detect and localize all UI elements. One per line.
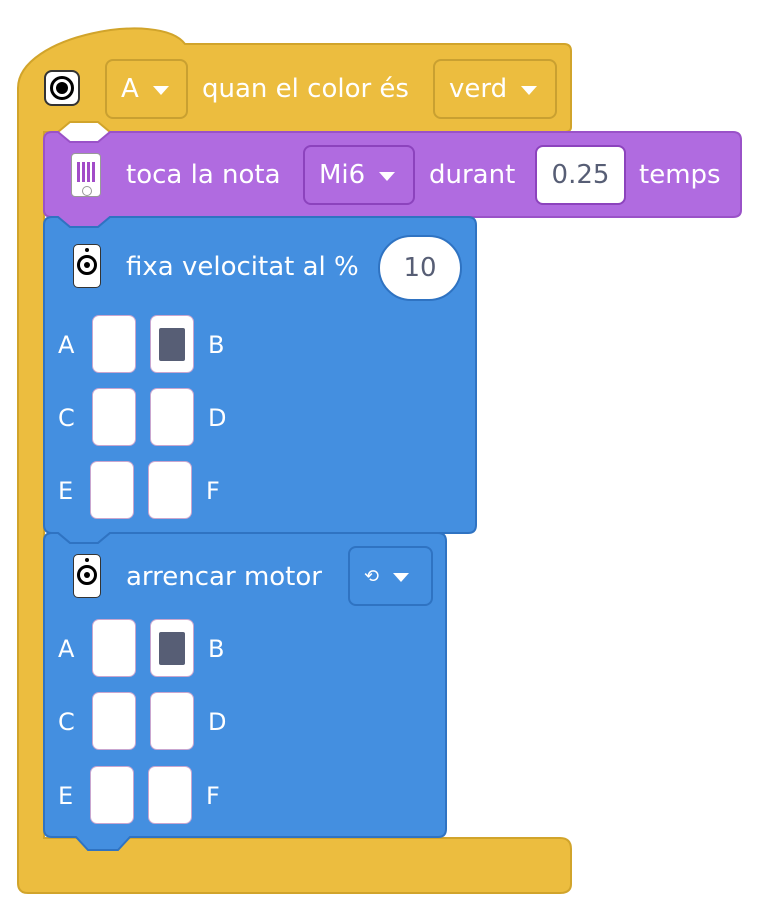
- duration-input[interactable]: 0.25: [535, 145, 626, 205]
- port-label: B: [208, 331, 225, 359]
- chevron-down-icon: [152, 85, 169, 95]
- color-dropdown-value: verd: [449, 74, 508, 104]
- sound-block-label-durant: durant: [429, 160, 516, 190]
- port-label: C: [58, 404, 75, 432]
- port-label: E: [58, 477, 74, 505]
- port-checkbox-e[interactable]: [90, 766, 134, 824]
- chevron-down-icon: [379, 171, 396, 181]
- port-label: A: [58, 635, 75, 663]
- port-checkbox-d[interactable]: [150, 692, 194, 750]
- port-checkbox-b[interactable]: [150, 315, 194, 373]
- speed-block-label: fixa velocitat al %: [126, 252, 359, 282]
- port-label: E: [58, 782, 74, 810]
- port-checkbox-d[interactable]: [150, 388, 194, 446]
- port-label: A: [58, 331, 75, 359]
- port-checkbox-e[interactable]: [90, 461, 134, 519]
- sound-hub-icon: [71, 153, 101, 197]
- rotate-counterclockwise-icon: ⟲: [364, 565, 380, 587]
- port-label: B: [208, 635, 225, 663]
- port-label: F: [206, 477, 220, 505]
- sound-block-label: toca la nota: [126, 160, 281, 190]
- port-checkbox-f[interactable]: [148, 766, 192, 824]
- direction-dropdown[interactable]: ⟲: [348, 546, 433, 606]
- chevron-down-icon: [393, 572, 410, 582]
- chevron-down-icon: [521, 85, 538, 95]
- port-checkbox-f[interactable]: [148, 461, 192, 519]
- motor-icon: [73, 554, 101, 598]
- port-checkbox-a[interactable]: [92, 315, 136, 373]
- note-dropdown-value: Mi6: [319, 160, 366, 190]
- sound-block-label-temps: temps: [639, 160, 721, 190]
- port-label: C: [58, 708, 75, 736]
- hat-block-label: quan el color és: [202, 74, 409, 104]
- port-label: D: [208, 404, 227, 432]
- port-label: F: [206, 782, 220, 810]
- color-dropdown[interactable]: verd: [433, 59, 557, 119]
- port-dropdown-value: A: [121, 74, 139, 104]
- port-checkbox-c[interactable]: [92, 388, 136, 446]
- motor-block-label: arrencar motor: [126, 562, 322, 592]
- note-dropdown[interactable]: Mi6: [303, 145, 415, 205]
- speed-input[interactable]: 10: [378, 235, 462, 301]
- record-stop-icon: [44, 70, 80, 106]
- port-dropdown[interactable]: A: [105, 59, 188, 119]
- port-checkbox-a[interactable]: [92, 619, 136, 677]
- motor-icon: [73, 244, 101, 288]
- port-label: D: [208, 708, 227, 736]
- port-checkbox-c[interactable]: [92, 692, 136, 750]
- port-checkbox-b[interactable]: [150, 619, 194, 677]
